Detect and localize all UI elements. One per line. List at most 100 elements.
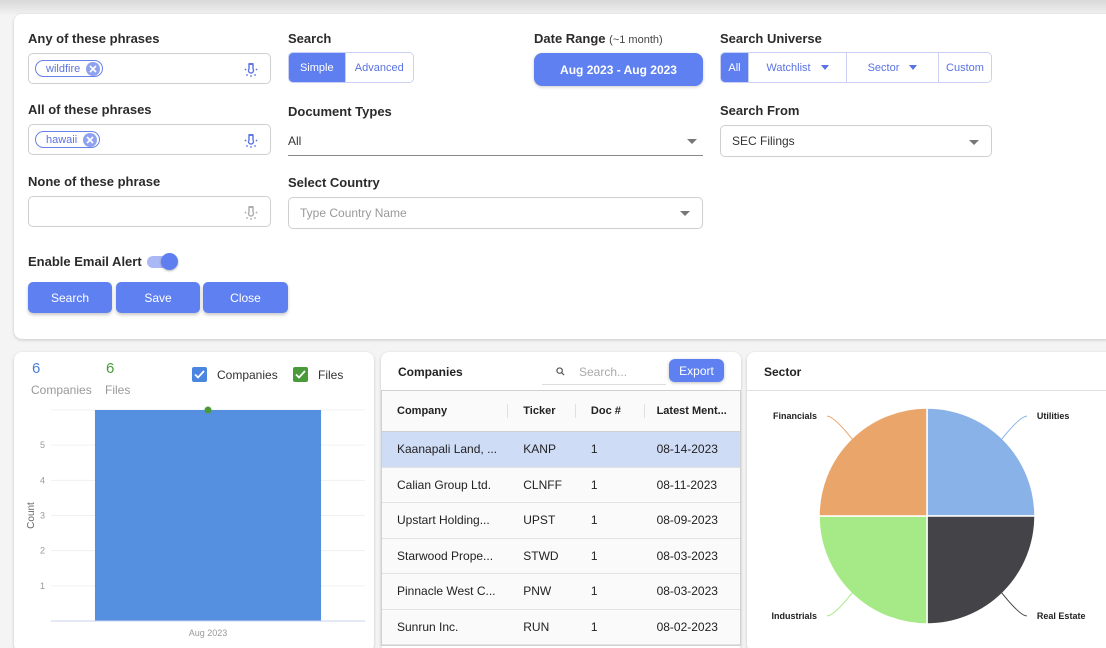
search-mode-advanced[interactable]: Advanced [345, 53, 413, 82]
universe-sector-label: Sector [867, 61, 900, 74]
pie-slice [926, 407, 1036, 517]
date-range-label-text: Date Range [534, 31, 606, 46]
chevron-down-icon [909, 65, 918, 70]
search-mode-toggle: Simple Advanced [288, 52, 414, 83]
cell-ticker: KANP [523, 442, 556, 457]
chip-label: wildfire [46, 62, 81, 75]
any-phrases-input[interactable]: wildfire [28, 53, 271, 84]
search-button[interactable]: Search [28, 282, 112, 313]
x-tick-label: Aug 2023 [189, 628, 228, 638]
pie-slice [926, 515, 1036, 625]
phrase-chip[interactable]: wildfire [35, 60, 104, 77]
companies-table-card: Companies Search... Export Company Ticke… [381, 352, 741, 648]
column-header-ticker[interactable]: Ticker [508, 404, 576, 418]
document-types-value: All [288, 133, 302, 148]
cell-ticker: UPST [523, 513, 556, 528]
pie-label: Utilities [1037, 411, 1070, 421]
pie-label: Industrials [772, 611, 818, 621]
document-types-label: Document Types [288, 104, 392, 119]
pie-label: Real Estate [1037, 611, 1086, 621]
email-alert-label: Enable Email Alert [28, 254, 142, 269]
chevron-down-icon [820, 65, 829, 70]
date-range-hint: (~1 month) [609, 34, 663, 46]
cell-latest-mention: 08-03-2023 [656, 548, 718, 563]
timeline-chart-card: 6 Companies 6 Files Companies Files 1234… [14, 352, 374, 648]
companies-grid: Company Ticker Doc # Latest Ment... Kaan… [381, 390, 741, 646]
pie-slice [818, 515, 928, 625]
table-row[interactable]: Calian Group Ltd. CLNFF 1 08-11-2023 [382, 467, 740, 503]
sector-pie-chart: Utilities Real Estate Industrials Financial… [772, 407, 1086, 625]
document-types-select[interactable]: All [288, 126, 703, 156]
universe-custom[interactable]: Custom [939, 53, 991, 82]
cell-ticker: PNW [523, 584, 552, 599]
search-universe-label: Search Universe [720, 31, 822, 46]
country-placeholder: Type Country Name [300, 206, 407, 220]
column-header-doc-count[interactable]: Doc # [576, 404, 645, 418]
cell-company: Starwood Prope... [397, 548, 494, 563]
table-row[interactable]: Pinnacle West C... PNW 1 08-03-2023 [382, 574, 740, 610]
lightbulb-icon[interactable] [242, 203, 260, 221]
column-header-latest-mention[interactable]: Latest Ment... [645, 405, 740, 417]
chip-remove-icon[interactable] [86, 61, 101, 76]
chip-label: hawaii [46, 133, 78, 146]
search-mode-simple[interactable]: Simple [289, 53, 346, 82]
universe-all[interactable]: All [721, 53, 749, 82]
cell-ticker: STWD [523, 548, 559, 563]
table-header-row: Company Ticker Doc # Latest Ment... [382, 391, 740, 432]
email-alert-toggle[interactable] [145, 253, 178, 271]
y-tick-label: 5 [40, 440, 45, 450]
country-input[interactable]: Type Country Name [288, 197, 703, 229]
cell-doc-count: 1 [590, 548, 598, 563]
cell-company: Calian Group Ltd. [397, 477, 492, 492]
cell-company: Pinnacle West C... [397, 584, 496, 599]
search-universe-toggle: All Watchlist Sector Custom [720, 52, 992, 83]
cell-doc-count: 1 [590, 513, 598, 528]
chevron-down-icon [969, 140, 979, 145]
chip-remove-icon[interactable] [83, 132, 98, 147]
search-mode-label: Search [288, 31, 332, 46]
country-label: Select Country [288, 175, 380, 190]
phrase-chip[interactable]: hawaii [35, 131, 101, 148]
search-form-card: Any of these phrases wildfire All of the… [14, 14, 1106, 339]
universe-watchlist-label: Watchlist [766, 61, 811, 74]
save-button[interactable]: Save [116, 282, 200, 313]
table-row[interactable]: Kaanapali Land, ... KANP 1 08-14-2023 [382, 432, 740, 468]
export-button[interactable]: Export [669, 359, 724, 382]
all-phrases-input[interactable]: hawaii [28, 124, 271, 155]
cell-latest-mention: 08-14-2023 [656, 442, 718, 457]
cell-doc-count: 1 [590, 584, 598, 599]
table-row[interactable]: Upstart Holding... UPST 1 08-09-2023 [382, 503, 740, 539]
cell-latest-mention: 08-09-2023 [656, 513, 718, 528]
sector-chart-card: Sector Utilities Real Estate Industrials Fi… [747, 352, 1106, 648]
cell-doc-count: 1 [590, 477, 598, 492]
lightbulb-icon[interactable] [242, 131, 260, 149]
none-phrases-input[interactable] [28, 196, 271, 227]
cell-company: Sunrun Inc. [397, 619, 459, 634]
lightbulb-icon[interactable] [242, 60, 260, 78]
search-from-value: SEC Filings [732, 134, 795, 148]
date-range-button[interactable]: Aug 2023 - Aug 2023 [534, 53, 703, 86]
cell-company: Kaanapali Land, ... [397, 442, 498, 457]
search-from-select[interactable]: SEC Filings [720, 125, 992, 157]
y-tick-label: 3 [40, 511, 45, 521]
table-search-input[interactable]: Search... [542, 359, 666, 385]
cell-doc-count: 1 [590, 619, 598, 634]
table-row[interactable]: Sunrun Inc. RUN 1 08-02-2023 [382, 609, 740, 645]
cell-latest-mention: 08-03-2023 [656, 584, 718, 599]
bar-companies [94, 410, 322, 621]
column-header-company[interactable]: Company [382, 404, 509, 418]
close-button[interactable]: Close [203, 282, 288, 313]
chevron-down-icon [687, 139, 697, 144]
table-title: Companies [398, 365, 463, 379]
universe-sector[interactable]: Sector [847, 53, 939, 82]
chevron-down-icon [680, 211, 690, 216]
cell-latest-mention: 08-02-2023 [656, 619, 718, 634]
y-tick-label: 4 [40, 475, 45, 485]
table-row[interactable]: Starwood Prope... STWD 1 08-03-2023 [382, 538, 740, 574]
cell-ticker: RUN [523, 619, 550, 634]
universe-watchlist[interactable]: Watchlist [749, 53, 847, 82]
timeline-bar-chart: 1 2 3 4 5 Count Aug 2023 [26, 406, 365, 638]
search-from-label: Search From [720, 103, 800, 118]
toggle-thumb [161, 253, 178, 270]
all-phrases-label: All of these phrases [28, 102, 152, 117]
